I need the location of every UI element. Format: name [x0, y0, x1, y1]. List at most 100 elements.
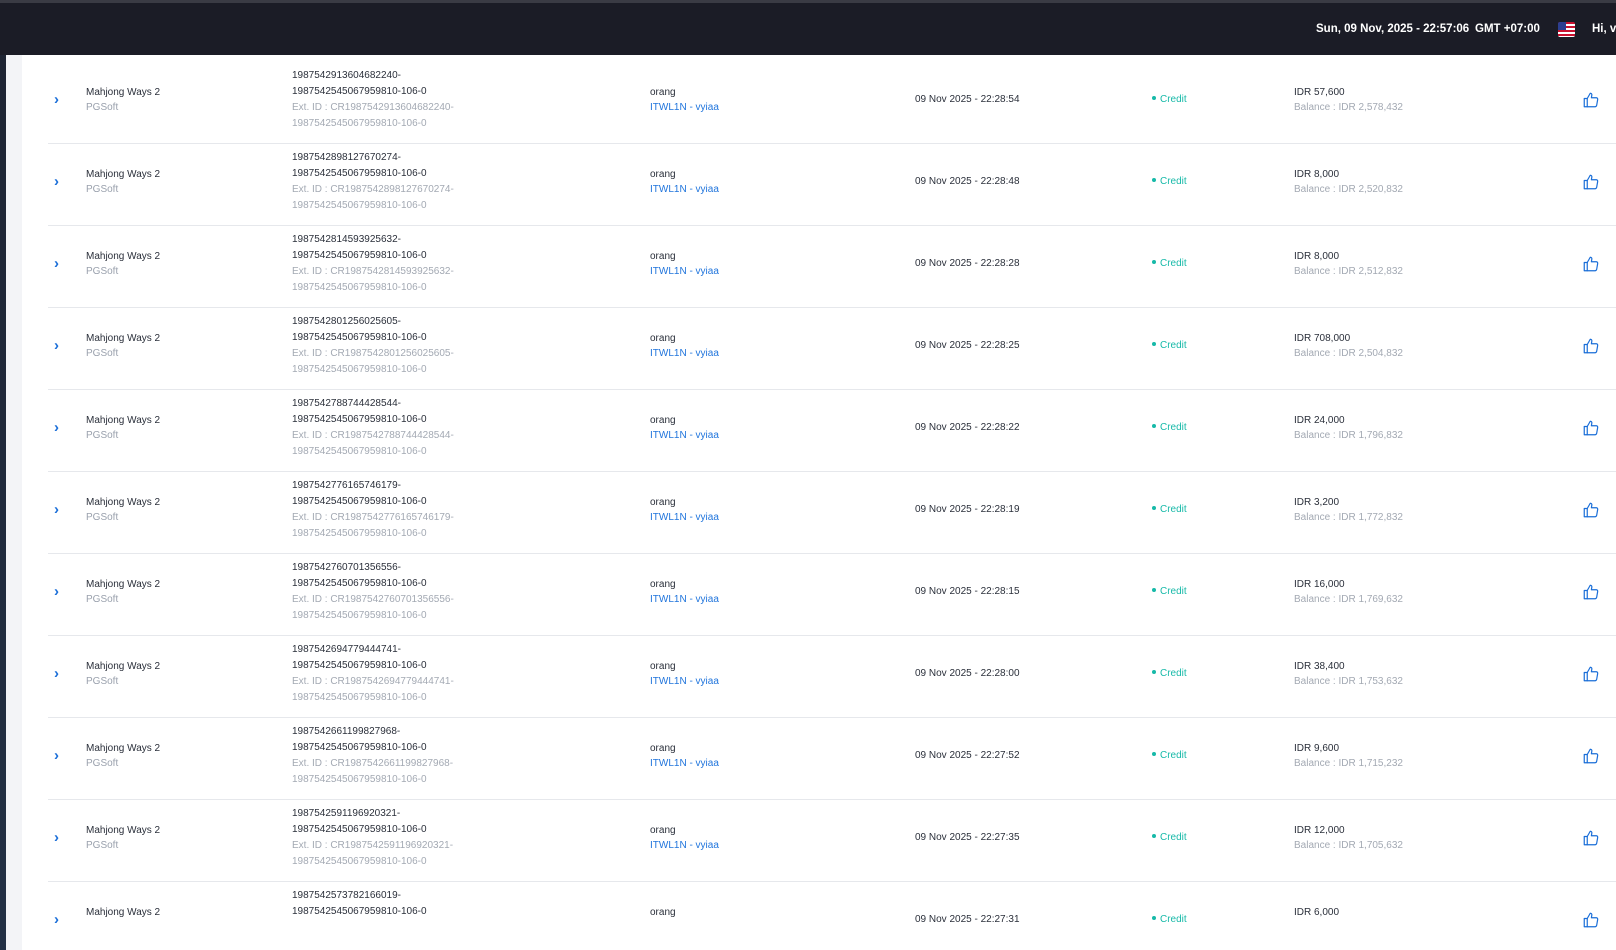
transaction-datetime: 09 Nov 2025 - 22:28:48 — [915, 176, 1020, 187]
amount-cell: IDR 6,000 — [1294, 905, 1339, 920]
agent-link[interactable]: ITWL1N - vyiaa — [650, 264, 719, 279]
amount-cell: IDR 9,600 Balance : IDR 1,715,232 — [1294, 741, 1403, 771]
thumbs-up-icon[interactable] — [1582, 255, 1600, 273]
table-row[interactable]: › Mahjong Ways 2 PGSoft 1987542776165746… — [48, 470, 1616, 554]
external-id-line2: 1987542545067959810-106-0 — [292, 282, 427, 293]
table-row[interactable]: › Mahjong Ways 2 PGSoft 1987542760701356… — [48, 552, 1616, 636]
game-cell: Mahjong Ways 2 PGSoft — [86, 249, 160, 279]
thumbs-up-icon[interactable] — [1582, 337, 1600, 355]
amount-cell: IDR 3,200 Balance : IDR 1,772,832 — [1294, 495, 1403, 525]
status-label: Credit — [1160, 340, 1187, 351]
game-provider: PGSoft — [86, 102, 119, 113]
table-row[interactable]: › Mahjong Ways 2 PGSoft 1987542898127670… — [48, 142, 1616, 226]
status-dot-icon — [1152, 178, 1156, 183]
agent-link[interactable]: ITWL1N - vyiaa — [650, 674, 719, 689]
transaction-id-cell: 1987542591196920321- 1987542545067959810… — [292, 806, 453, 870]
status-badge: Credit — [1152, 832, 1187, 843]
expand-chevron-icon[interactable]: › — [54, 256, 66, 271]
external-id-line2: 1987542545067959810-106-0 — [292, 528, 427, 539]
expand-chevron-icon[interactable]: › — [54, 912, 66, 927]
balance-value: Balance : IDR 1,796,832 — [1294, 430, 1403, 441]
transaction-id-line1: 1987542694779444741- — [292, 644, 401, 655]
status-label: Credit — [1160, 94, 1187, 105]
header-datetime: Sun, 09 Nov, 2025 - 22:57:06 — [1316, 23, 1470, 35]
transaction-id-line1: 1987542661199827968- — [292, 726, 401, 737]
thumbs-up-icon[interactable] — [1582, 583, 1600, 601]
table-row[interactable]: › Mahjong Ways 2 PGSoft 1987542814593925… — [48, 224, 1616, 308]
table-row[interactable]: › Mahjong Ways 2 PGSoft 1987542913604682… — [48, 60, 1616, 144]
amount-value: IDR 16,000 — [1294, 579, 1345, 590]
player-cell: orang ITWL1N - vyiaa — [650, 85, 719, 115]
amount-cell: IDR 8,000 Balance : IDR 2,512,832 — [1294, 249, 1403, 279]
expand-chevron-icon[interactable]: › — [54, 502, 66, 517]
thumbs-up-icon[interactable] — [1582, 911, 1600, 929]
amount-cell: IDR 24,000 Balance : IDR 1,796,832 — [1294, 413, 1403, 443]
us-flag-icon[interactable] — [1558, 22, 1575, 37]
status-dot-icon — [1152, 834, 1156, 839]
transaction-id-line1: 1987542573782166019- — [292, 890, 401, 901]
game-name: Mahjong Ways 2 — [86, 825, 161, 836]
table-row[interactable]: › Mahjong Ways 2 PGSoft 1987542801256025… — [48, 306, 1616, 390]
status-label: Credit — [1160, 586, 1187, 597]
transaction-id-cell: 1987542801256025605- 1987542545067959810… — [292, 314, 454, 378]
thumbs-up-icon[interactable] — [1582, 501, 1600, 519]
table-row[interactable]: › Mahjong Ways 2 PGSoft 1987542788744428… — [48, 388, 1616, 472]
expand-chevron-icon[interactable]: › — [54, 420, 66, 435]
status-badge: Credit — [1152, 750, 1187, 761]
transaction-datetime: 09 Nov 2025 - 22:27:35 — [915, 832, 1020, 843]
transaction-id-line1: 1987542898127670274- — [292, 152, 401, 163]
balance-value: Balance : IDR 1,715,232 — [1294, 758, 1403, 769]
game-cell: Mahjong Ways 2 PGSoft — [86, 659, 160, 689]
agent-link[interactable]: ITWL1N - vyiaa — [650, 182, 719, 197]
expand-chevron-icon[interactable]: › — [54, 748, 66, 763]
transaction-id-line1: 1987542913604682240- — [292, 70, 401, 81]
game-provider: PGSoft — [86, 184, 119, 195]
game-provider: PGSoft — [86, 512, 119, 523]
expand-chevron-icon[interactable]: › — [54, 338, 66, 353]
game-cell: Mahjong Ways 2 PGSoft — [86, 495, 160, 525]
agent-link[interactable]: ITWL1N - vyiaa — [650, 510, 719, 525]
expand-chevron-icon[interactable]: › — [54, 92, 66, 107]
balance-value: Balance : IDR 2,520,832 — [1294, 184, 1403, 195]
thumbs-up-icon[interactable] — [1582, 419, 1600, 437]
external-id-line2: 1987542545067959810-106-0 — [292, 856, 427, 867]
status-dot-icon — [1152, 96, 1156, 101]
agent-link[interactable]: ITWL1N - vyiaa — [650, 592, 719, 607]
status-badge: Credit — [1152, 586, 1187, 597]
amount-value: IDR 3,200 — [1294, 497, 1340, 508]
balance-value: Balance : IDR 1,705,632 — [1294, 840, 1403, 851]
transaction-datetime: 09 Nov 2025 - 22:28:28 — [915, 258, 1020, 269]
external-id-line1: Ext. ID : CR1987542913604682240- — [292, 102, 454, 113]
agent-link[interactable]: ITWL1N - vyiaa — [650, 838, 719, 853]
thumbs-up-icon[interactable] — [1582, 829, 1600, 847]
status-badge: Credit — [1152, 94, 1187, 105]
table-row[interactable]: › Mahjong Ways 2 PGSoft 1987542661199827… — [48, 716, 1616, 800]
player-cell: orang ITWL1N - vyiaa — [650, 741, 719, 771]
table-row[interactable]: › Mahjong Ways 2 PGSoft 1987542694779444… — [48, 634, 1616, 718]
thumbs-up-icon[interactable] — [1582, 747, 1600, 765]
agent-link[interactable]: ITWL1N - vyiaa — [650, 756, 719, 771]
game-name: Mahjong Ways 2 — [86, 497, 161, 508]
agent-link[interactable]: ITWL1N - vyiaa — [650, 100, 719, 115]
external-id-line2: 1987542545067959810-106-0 — [292, 118, 427, 129]
thumbs-up-icon[interactable] — [1582, 665, 1600, 683]
expand-chevron-icon[interactable]: › — [54, 666, 66, 681]
transaction-id-line2: 1987542545067959810-106-0 — [292, 660, 427, 671]
thumbs-up-icon[interactable] — [1582, 91, 1600, 109]
expand-chevron-icon[interactable]: › — [54, 584, 66, 599]
status-label: Credit — [1160, 422, 1187, 433]
transaction-datetime: 09 Nov 2025 - 22:28:15 — [915, 586, 1020, 597]
agent-link[interactable]: ITWL1N - vyiaa — [650, 346, 719, 361]
transaction-id-cell: 1987542913604682240- 1987542545067959810… — [292, 68, 454, 132]
game-cell: Mahjong Ways 2 PGSoft — [86, 85, 160, 115]
game-name: Mahjong Ways 2 — [86, 87, 161, 98]
expand-chevron-icon[interactable]: › — [54, 174, 66, 189]
game-provider: PGSoft — [86, 266, 119, 277]
expand-chevron-icon[interactable]: › — [54, 830, 66, 845]
user-greeting[interactable]: Hi, vy — [1592, 23, 1616, 35]
agent-link[interactable]: ITWL1N - vyiaa — [650, 428, 719, 443]
table-row[interactable]: › Mahjong Ways 2 PGSoft 1987542591196920… — [48, 798, 1616, 882]
table-row[interactable]: › Mahjong Ways 2 1987542573782166019- 19… — [48, 880, 1616, 950]
game-cell: Mahjong Ways 2 PGSoft — [86, 167, 160, 197]
thumbs-up-icon[interactable] — [1582, 173, 1600, 191]
